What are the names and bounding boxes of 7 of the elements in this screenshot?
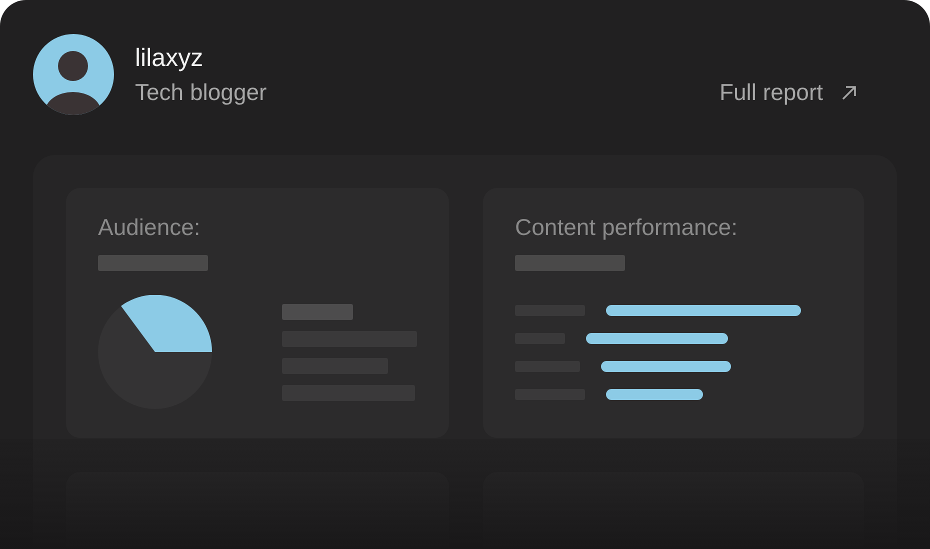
full-report-link[interactable]: Full report (719, 79, 857, 106)
user-role: Tech blogger (135, 78, 268, 106)
card-title: Audience: (98, 214, 202, 241)
username: lilaxyz (135, 44, 204, 72)
card-title: Content performance: (515, 214, 738, 241)
arrow-up-right-icon (841, 84, 857, 100)
placeholder-bar (282, 304, 353, 320)
